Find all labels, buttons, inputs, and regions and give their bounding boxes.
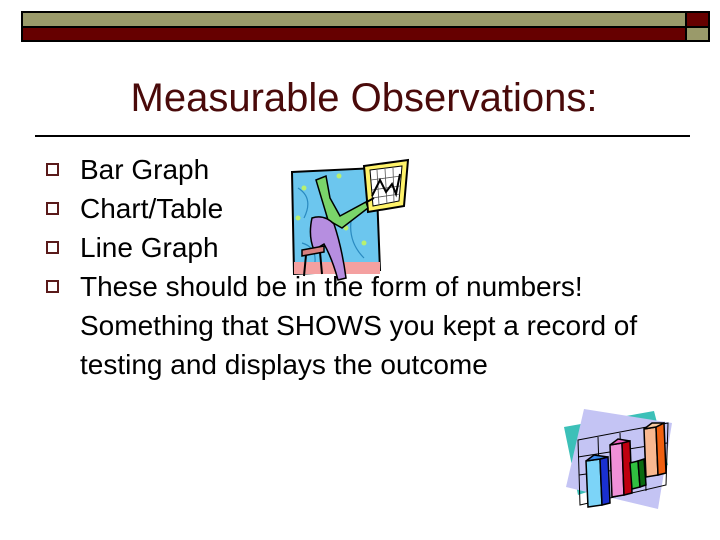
bullet-text: Chart/Table — [80, 193, 224, 224]
bullet-item: These should be in the form of numbers! … — [44, 267, 680, 384]
header-corner-square-olive — [685, 26, 710, 42]
person-presenting-chart-image — [290, 158, 409, 281]
bar-green — [629, 457, 647, 490]
bar-orange — [643, 421, 667, 478]
decorative-header-band — [21, 11, 710, 42]
title-divider — [35, 135, 690, 137]
3d-bar-chart-image — [564, 409, 672, 509]
header-band-maroon — [21, 26, 687, 42]
bullet-text: These should be in the form of numbers! … — [80, 271, 638, 380]
slide-title: Measurable Observations: — [130, 76, 598, 120]
chart-board — [362, 158, 409, 214]
hollow-square-bullet-icon — [46, 280, 59, 293]
bullet-text: Bar Graph — [80, 154, 210, 185]
bullet-text: Line Graph — [80, 232, 219, 263]
hollow-square-bullet-icon — [46, 163, 59, 176]
bar-red — [609, 438, 633, 498]
hollow-square-bullet-icon — [46, 241, 59, 254]
hollow-square-bullet-icon — [46, 202, 59, 215]
bar-blue — [585, 454, 611, 508]
